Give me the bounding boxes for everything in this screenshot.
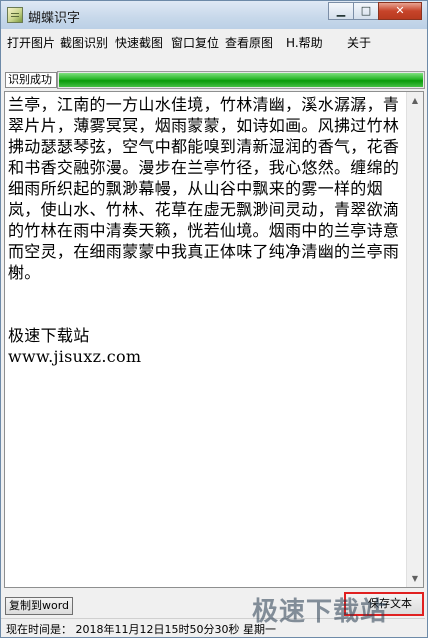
menu-quick-screenshot[interactable]: 快速截图 [115,34,163,51]
copy-to-word-button[interactable]: 复制到word [5,597,73,615]
menu-window-reset[interactable]: 窗口复位 [171,34,219,51]
title-bar[interactable]: 蝴蝶识字 ▁ □ ✕ [1,1,427,29]
site-url-line: www.jisuxz.com [8,347,142,366]
app-icon [7,7,23,23]
status-label: 识别成功 [5,72,57,88]
menu-help[interactable]: H.帮助 [286,34,323,51]
close-button[interactable]: ✕ [378,2,422,20]
save-text-button[interactable]: 保存文本 [344,592,424,616]
window-controls: ▁ □ ✕ [328,2,422,21]
window-title: 蝴蝶识字 [28,11,81,26]
progress-fill [59,73,423,87]
ocr-result-textarea[interactable]: 兰亭，江南的一方山水佳境，竹林清幽，溪水潺潺，青翠片片，薄雾冥冥，烟雨蒙蒙，如诗… [4,91,424,588]
menu-open-image[interactable]: 打开图片 [7,34,55,51]
site-name-line: 极速下载站 [8,326,90,345]
status-bar: 现在时间是： 2018年11月12日15时50分30秒 星期一 [1,618,425,636]
ocr-paragraph: 兰亭，江南的一方山水佳境，竹林清幽，溪水潺潺，青翠片片，薄雾冥冥，烟雨蒙蒙，如诗… [8,95,400,282]
menu-about[interactable]: 关于 [347,34,371,51]
minimize-button[interactable]: ▁ [328,2,354,20]
scroll-down-icon[interactable]: ▼ [407,570,423,587]
progress-bar [57,71,425,89]
current-time-text: 现在时间是： 2018年11月12日15时50分30秒 星期一 [6,623,276,636]
vertical-scrollbar[interactable]: ▲ ▼ [406,92,423,587]
ocr-text-content: 兰亭，江南的一方山水佳境，竹林清幽，溪水潺潺，青翠片片，薄雾冥冥，烟雨蒙蒙，如诗… [8,94,408,367]
scroll-up-icon[interactable]: ▲ [407,92,423,109]
menu-view-original[interactable]: 查看原图 [225,34,273,51]
maximize-button[interactable]: □ [353,2,379,20]
menu-screenshot-ocr[interactable]: 截图识别 [60,34,108,51]
menu-bar: 打开图片 截图识别 快速截图 窗口复位 查看原图 H.帮助 关于 [2,30,426,52]
